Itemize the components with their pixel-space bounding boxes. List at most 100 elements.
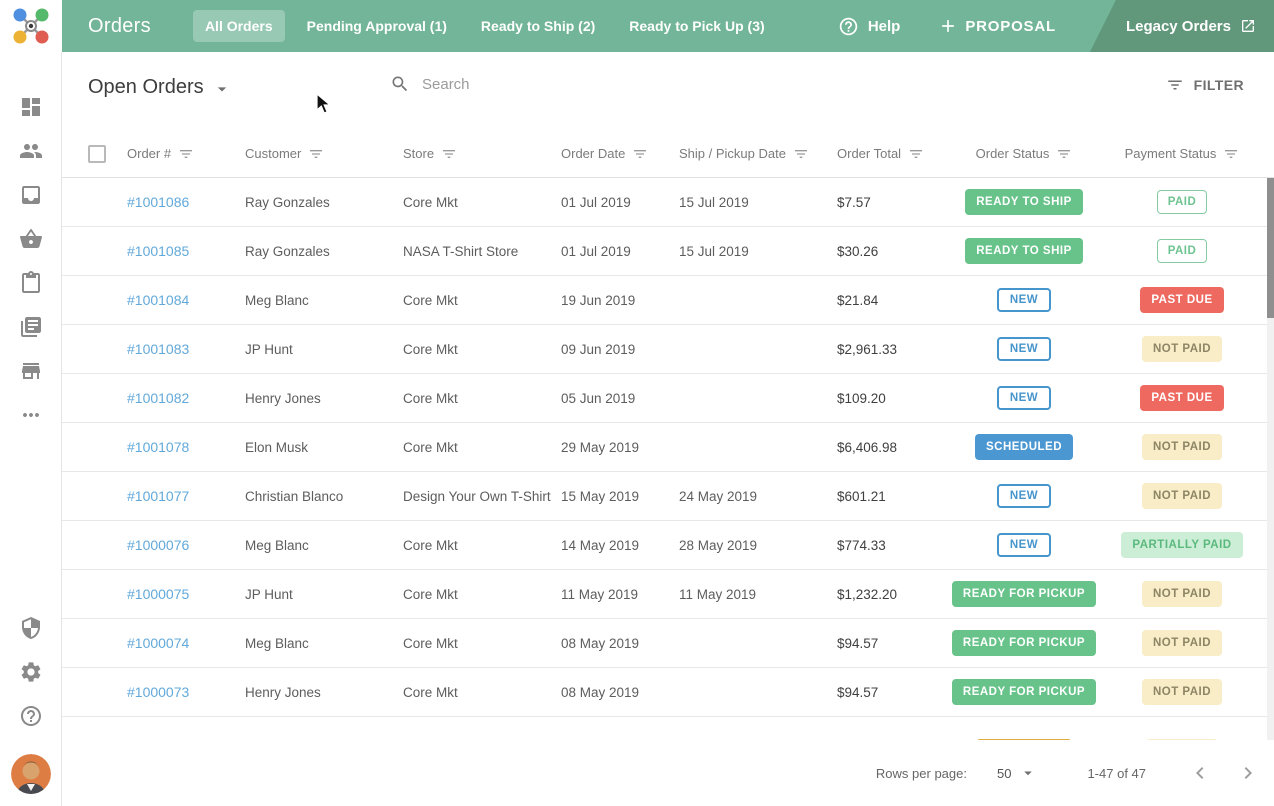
filter-icon — [1166, 76, 1184, 94]
table-row[interactable]: #1001082 Henry Jones Core Mkt 05 Jun 201… — [62, 374, 1274, 423]
sort-icon — [441, 146, 457, 162]
order-date-cell: 19 Jun 2019 — [561, 293, 679, 308]
library-icon[interactable] — [19, 315, 43, 339]
column-header-order-total[interactable]: Order Total — [837, 146, 937, 162]
tab-ready-to-ship[interactable]: Ready to Ship (2) — [469, 10, 607, 42]
table-row[interactable]: #1001083 JP Hunt Core Mkt 09 Jun 2019 $2… — [62, 325, 1274, 374]
view-selector-dropdown[interactable]: Open Orders — [88, 76, 232, 99]
table-row[interactable]: #1001078 Elon Musk Core Mkt 29 May 2019 … — [62, 423, 1274, 472]
order-link[interactable]: #1001083 — [127, 341, 189, 357]
legacy-orders-button[interactable]: Legacy Orders — [1090, 0, 1274, 52]
next-page-button[interactable] — [1236, 761, 1260, 785]
table-row[interactable]: #1001077 Christian Blanco Design Your Ow… — [62, 472, 1274, 521]
order-date-cell: 15 May 2019 — [561, 489, 679, 504]
chevron-down-icon — [1019, 764, 1037, 782]
order-link[interactable]: #1001085 — [127, 243, 189, 259]
table-row[interactable]: #1001086 Ray Gonzales Core Mkt 01 Jul 20… — [62, 178, 1274, 227]
filter-button[interactable]: FILTER — [1166, 76, 1244, 94]
store-cell: Core Mkt — [403, 391, 561, 406]
order-link[interactable]: #1000073 — [127, 684, 189, 700]
dashboard-icon[interactable] — [19, 95, 43, 119]
tab-ready-to-pick-up[interactable]: Ready to Pick Up (3) — [617, 10, 776, 42]
ship-date-cell: 24 May 2019 — [679, 489, 837, 504]
column-header-order-date[interactable]: Order Date — [561, 146, 679, 162]
clipboard-icon[interactable] — [19, 271, 43, 295]
gear-icon[interactable] — [19, 660, 43, 684]
order-status-badge: READY TO SHIP — [965, 189, 1083, 215]
store-cell: Design Your Own T-Shirt — [403, 489, 561, 504]
column-header-payment-status[interactable]: Payment Status — [1111, 146, 1253, 162]
help-outline-icon[interactable] — [19, 704, 43, 728]
order-date-cell: 11 May 2019 — [561, 587, 679, 602]
customer-cell: Christian Blanco — [245, 489, 403, 504]
column-header-order[interactable]: Order # — [127, 146, 245, 162]
column-header-customer[interactable]: Customer — [245, 146, 403, 162]
sort-icon — [632, 146, 648, 162]
order-total-cell: $601.21 — [837, 489, 937, 504]
order-link[interactable]: #1001084 — [127, 292, 189, 308]
help-button[interactable]: Help — [838, 16, 901, 37]
table-row[interactable]: #1000076 Meg Blanc Core Mkt 14 May 2019 … — [62, 521, 1274, 570]
avatar[interactable] — [11, 754, 51, 794]
select-all-checkbox[interactable] — [88, 145, 106, 163]
orders-app: Orders All Orders Pending Approval (1) R… — [0, 0, 1274, 806]
new-proposal-button[interactable]: PROPOSAL — [938, 16, 1056, 36]
customer-cell: Henry Jones — [245, 685, 403, 700]
tab-all-orders[interactable]: All Orders — [193, 10, 285, 42]
ship-date-cell: 15 Jul 2019 — [679, 244, 837, 259]
table-row[interactable]: #1001084 Meg Blanc Core Mkt 19 Jun 2019 … — [62, 276, 1274, 325]
store-icon[interactable] — [19, 359, 43, 383]
payment-status-badge: PAID — [1157, 190, 1208, 214]
top-bar: Orders All Orders Pending Approval (1) R… — [0, 0, 1274, 52]
order-link[interactable]: #1000074 — [127, 635, 189, 651]
scrollbar-thumb[interactable] — [1267, 178, 1274, 318]
order-link[interactable]: #1000076 — [127, 537, 189, 553]
customer-cell: Henry Jones — [245, 391, 403, 406]
customer-cell: Meg Blanc — [245, 636, 403, 651]
order-link[interactable]: #1000075 — [127, 586, 189, 602]
search-input[interactable] — [422, 76, 642, 93]
table-row[interactable]: #1000073 Henry Jones Core Mkt 08 May 201… — [62, 668, 1274, 717]
order-link[interactable]: #1001086 — [127, 194, 189, 210]
payment-status-badge: NOT PAID — [1142, 679, 1222, 705]
shopping-basket-icon[interactable] — [19, 227, 43, 251]
column-header-ship-date[interactable]: Ship / Pickup Date — [679, 146, 837, 162]
store-cell: Core Mkt — [403, 195, 561, 210]
order-total-cell: $94.57 — [837, 685, 937, 700]
scrollbar-track[interactable] — [1267, 178, 1274, 740]
table-row[interactable]: #1001085 Ray Gonzales NASA T-Shirt Store… — [62, 227, 1274, 276]
people-icon[interactable] — [19, 139, 43, 163]
table-row[interactable]: #1000074 Meg Blanc Core Mkt 08 May 2019 … — [62, 619, 1274, 668]
store-cell: NASA T-Shirt Store — [403, 244, 561, 259]
order-status-badge: NEW — [997, 288, 1051, 312]
app-logo[interactable] — [0, 0, 62, 52]
order-link[interactable]: #1001082 — [127, 390, 189, 406]
order-total-cell: $6,406.98 — [837, 440, 937, 455]
more-icon[interactable] — [19, 403, 43, 427]
tab-pending-approval[interactable]: Pending Approval (1) — [295, 10, 459, 42]
view-selector-label: Open Orders — [88, 76, 204, 99]
previous-page-button[interactable] — [1188, 761, 1212, 785]
page-title: Orders — [88, 15, 151, 38]
order-link[interactable]: #1001077 — [127, 488, 189, 504]
store-cell: Core Mkt — [403, 538, 561, 553]
order-link[interactable]: #1001078 — [127, 439, 189, 455]
help-label: Help — [868, 18, 901, 35]
chevron-left-icon — [1188, 761, 1212, 785]
order-total-cell: $109.20 — [837, 391, 937, 406]
table-row[interactable]: #1000075 JP Hunt Core Mkt 11 May 2019 11… — [62, 570, 1274, 619]
inbox-icon[interactable] — [19, 183, 43, 207]
sort-icon — [1056, 146, 1072, 162]
order-date-cell: 01 Jul 2019 — [561, 195, 679, 210]
shield-icon[interactable] — [19, 616, 43, 640]
rows-per-page-select[interactable]: 50 — [997, 764, 1037, 782]
customer-cell: JP Hunt — [245, 587, 403, 602]
column-header-store[interactable]: Store — [403, 146, 561, 162]
customer-cell: Ray Gonzales — [245, 244, 403, 259]
column-header-order-status[interactable]: Order Status — [937, 146, 1111, 162]
table-row-partial[interactable] — [62, 717, 1274, 740]
table-header: Order # Customer Store Order Date Ship /… — [62, 130, 1274, 178]
customer-cell: JP Hunt — [245, 342, 403, 357]
store-cell: Core Mkt — [403, 293, 561, 308]
ship-date-cell: 11 May 2019 — [679, 587, 837, 602]
